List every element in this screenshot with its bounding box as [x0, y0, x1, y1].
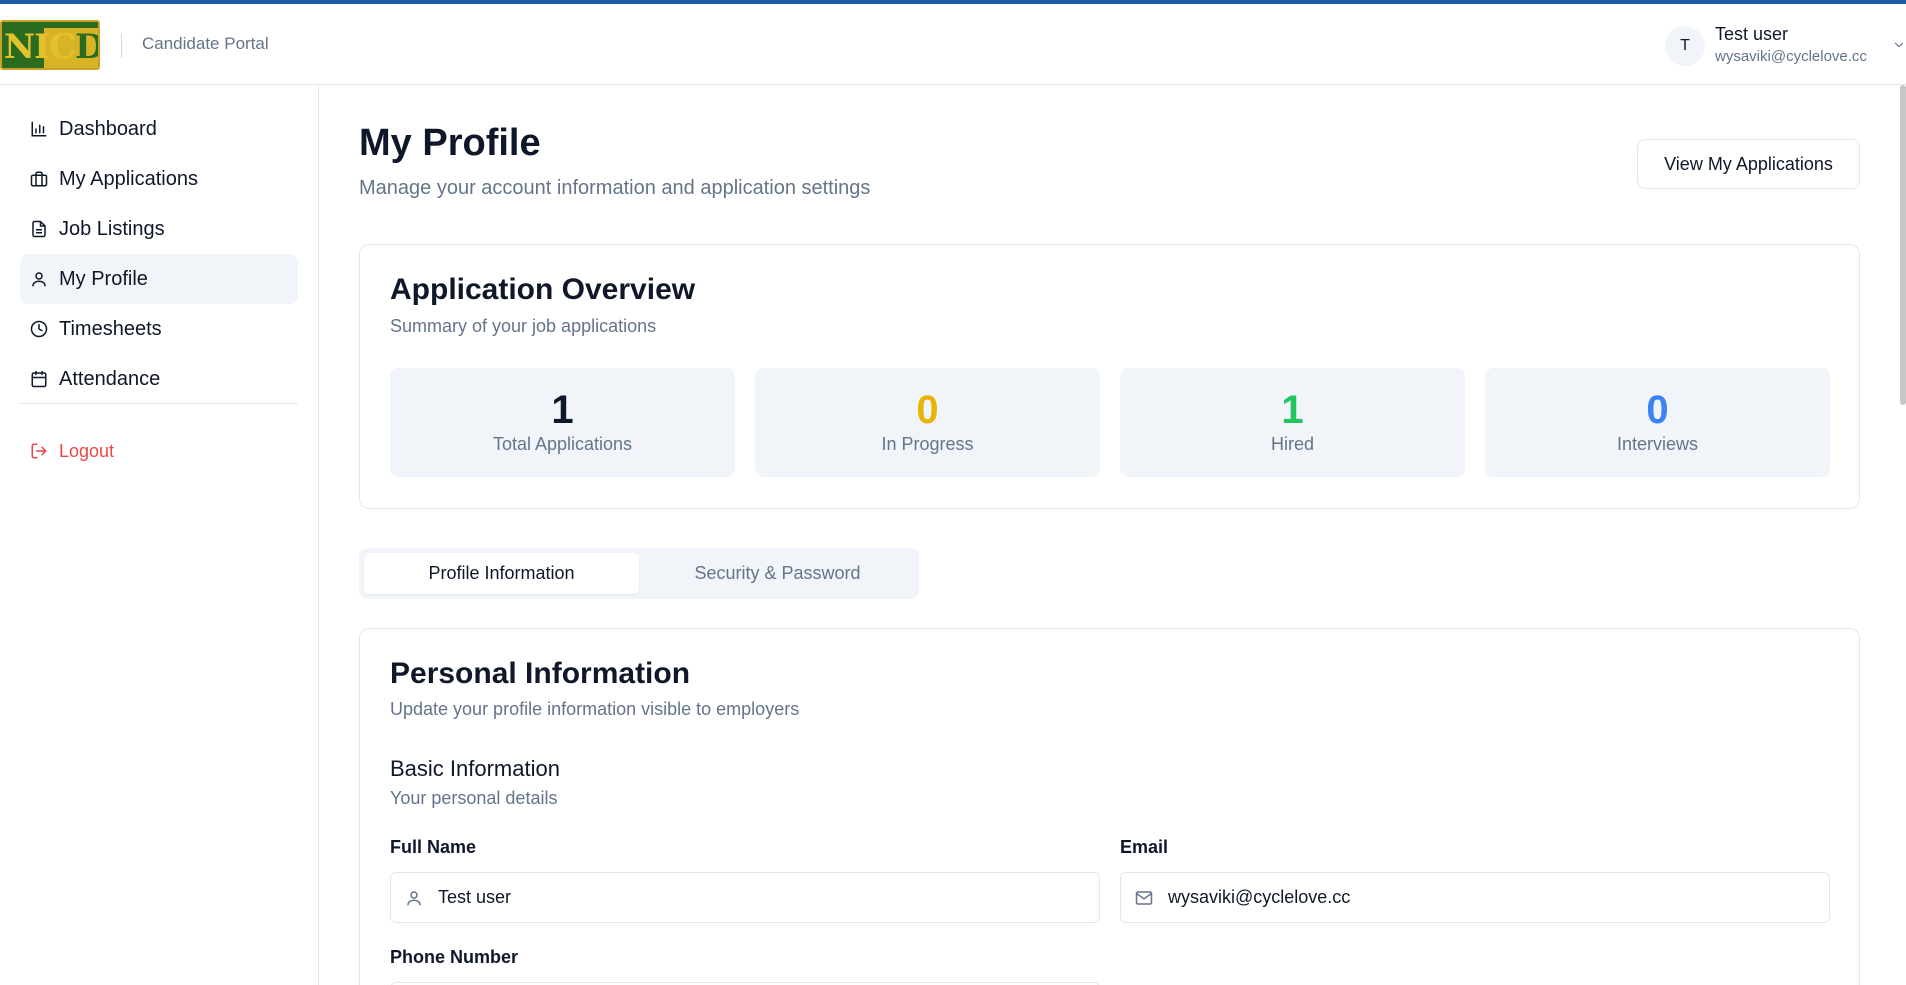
tab-security-password[interactable]: Security & Password [640, 553, 915, 594]
header-divider [121, 34, 122, 58]
application-overview-card: Application Overview Summary of your job… [359, 244, 1860, 509]
stat-label: In Progress [881, 434, 974, 454]
stat-value: 0 [1646, 388, 1669, 432]
sidebar-item-label: My Applications [59, 167, 198, 190]
tab-profile-information[interactable]: Profile Information [364, 553, 639, 594]
clock-icon [30, 320, 48, 338]
logout-label: Logout [59, 440, 115, 461]
sidebar-item-label: Job Listings [59, 217, 165, 240]
user-email[interactable]: wysaviki@cyclelove.cc [1715, 48, 1867, 65]
mail-icon [1135, 890, 1153, 905]
email-value: wysaviki@cyclelove.cc [1168, 887, 1351, 907]
full-name-value: Test user [438, 887, 512, 907]
basic-info-subtitle: Your personal details [390, 788, 558, 808]
phone-number-label: Phone Number [390, 947, 519, 967]
personal-subtitle: Update your profile information visible … [390, 699, 800, 719]
overview-subtitle: Summary of your job applications [390, 316, 657, 336]
page-subtitle: Manage your account information and appl… [359, 177, 871, 199]
user-icon [407, 890, 421, 905]
stat-hired: 1 Hired [1120, 368, 1465, 477]
full-name-field[interactable]: Test user [390, 872, 1100, 923]
bar-chart-icon [31, 121, 47, 137]
stat-total-applications: 1 Total Applications [390, 368, 735, 477]
email-label: Email [1120, 837, 1169, 857]
sidebar-item-dashboard[interactable]: Dashboard [20, 104, 298, 154]
sidebar-item-job-listings[interactable]: Job Listings [20, 204, 298, 254]
sidebar-item-my-profile[interactable]: My Profile [20, 254, 298, 304]
stat-value: 1 [551, 388, 574, 432]
sidebar-item-label: My Profile [59, 267, 148, 290]
full-name-label: Full Name [390, 837, 477, 857]
basic-info-title: Basic Information [390, 756, 560, 781]
logout-button[interactable]: Logout [20, 431, 114, 471]
sidebar-divider [20, 403, 298, 404]
portal-name: Candidate Portal [142, 34, 269, 53]
profile-tabs: Profile Information Security & Password [359, 548, 919, 599]
sidebar-item-timesheets[interactable]: Timesheets [20, 304, 298, 354]
sidebar-item-label: Timesheets [59, 317, 162, 340]
sidebar-item-attendance[interactable]: Attendance [20, 354, 298, 404]
stat-label: Hired [1270, 434, 1314, 454]
logout-icon [31, 443, 47, 459]
sidebar-item-label: Attendance [59, 367, 161, 390]
user-icon [32, 272, 46, 287]
stat-value: 0 [916, 388, 939, 432]
calendar-icon [31, 370, 47, 388]
page-scrollbar[interactable] [1900, 85, 1906, 405]
company-logo[interactable]: NICDIK [0, 20, 100, 70]
overview-title: Application Overview [390, 273, 696, 306]
sidebar-item-my-applications[interactable]: My Applications [20, 154, 298, 204]
stat-interviews: 0 Interviews [1485, 368, 1830, 477]
page-title: My Profile [359, 122, 541, 164]
header: NICDIK Candidate Portal T Test user wysa… [0, 4, 1906, 85]
stat-label: Interviews [1616, 434, 1699, 454]
document-icon [32, 220, 46, 238]
stat-label: Total Applications [492, 434, 633, 454]
sidebar-item-label: Dashboard [59, 117, 157, 140]
email-field[interactable]: wysaviki@cyclelove.cc [1120, 872, 1830, 923]
personal-title: Personal Information [390, 657, 691, 690]
chevron-down-icon[interactable] [1892, 38, 1906, 52]
avatar[interactable]: T [1665, 26, 1705, 66]
view-my-applications-button[interactable]: View My Applications [1637, 139, 1860, 189]
personal-information-card: Personal Information Update your profile… [359, 628, 1860, 985]
stat-value: 1 [1281, 388, 1304, 432]
briefcase-icon [30, 171, 48, 187]
sidebar: Dashboard My Applications Job Listings M… [0, 85, 319, 985]
user-name[interactable]: Test user [1715, 24, 1788, 45]
stat-in-progress: 0 In Progress [755, 368, 1100, 477]
